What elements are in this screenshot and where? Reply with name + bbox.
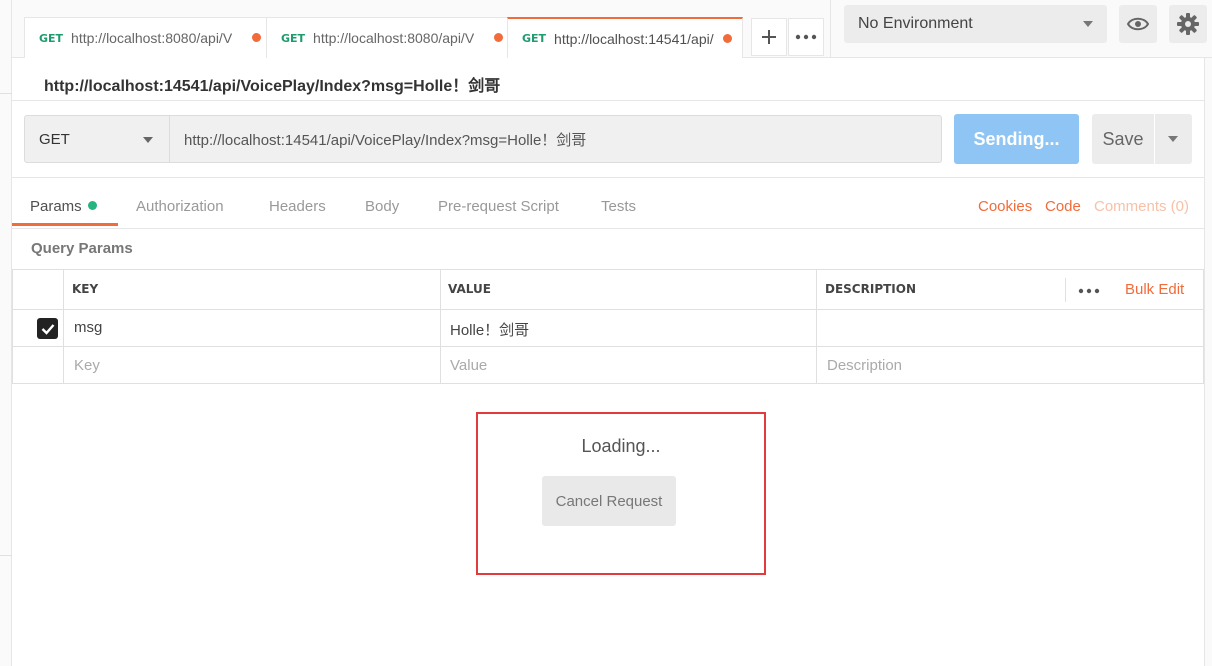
tab-url: http://localhost:8080/api/V	[313, 30, 475, 46]
active-dot-icon	[87, 201, 97, 210]
divider	[12, 228, 1204, 229]
checkmark-icon	[41, 323, 54, 335]
chevron-down-icon	[143, 137, 153, 143]
new-param-value-input[interactable]: Value	[450, 357, 487, 374]
tab-body[interactable]: Body	[365, 198, 399, 215]
tab-method: GET	[39, 31, 64, 45]
row-divider	[13, 346, 1203, 347]
divider	[830, 0, 831, 58]
column-divider	[816, 270, 817, 383]
tab-params[interactable]: Params	[30, 198, 97, 215]
tab-options-button[interactable]	[788, 18, 824, 56]
column-divider	[440, 270, 441, 383]
divider	[1065, 278, 1066, 302]
send-button[interactable]: Sending...	[954, 114, 1079, 164]
request-tab[interactable]: GET http://localhost:8080/api/V	[266, 17, 514, 58]
environment-quick-look-button[interactable]	[1119, 5, 1157, 43]
tab-params-label: Params	[30, 198, 82, 215]
save-button[interactable]: Save	[1092, 114, 1154, 164]
comments-link[interactable]: Comments (0)	[1094, 198, 1189, 215]
settings-button[interactable]	[1169, 5, 1207, 43]
more-dots-icon	[795, 34, 817, 40]
gear-icon	[1177, 13, 1199, 35]
bulk-edit-link[interactable]: Bulk Edit	[1125, 281, 1184, 298]
column-header-key: KEY	[72, 282, 99, 296]
scrollbar[interactable]	[1204, 58, 1212, 666]
param-key-cell[interactable]: msg	[74, 319, 102, 336]
divider	[12, 177, 1204, 178]
more-dots-icon	[1078, 288, 1100, 294]
tab-method: GET	[522, 32, 547, 45]
eye-icon	[1127, 17, 1149, 31]
url-input[interactable]	[169, 115, 942, 163]
environment-label: No Environment	[858, 15, 973, 32]
unsaved-dot-icon	[723, 34, 732, 43]
divider	[12, 100, 1204, 101]
column-divider	[63, 270, 64, 383]
tab-url: http://localhost:8080/api/V	[71, 30, 233, 46]
tab-authorization[interactable]: Authorization	[136, 198, 224, 215]
chevron-down-icon	[1083, 21, 1093, 27]
params-table: KEY VALUE DESCRIPTION Bulk Edit msg Holl…	[12, 269, 1204, 384]
left-sidebar-strip	[0, 0, 12, 666]
query-params-label: Query Params	[31, 240, 133, 257]
unsaved-dot-icon	[252, 33, 261, 42]
active-tab-underline	[12, 223, 118, 226]
table-options-button[interactable]	[1078, 278, 1100, 299]
tab-pre-request-script[interactable]: Pre-request Script	[438, 198, 559, 215]
loading-text: Loading...	[581, 436, 661, 456]
new-param-key-input[interactable]: Key	[74, 357, 100, 374]
request-tab-active[interactable]: GET http://localhost:14541/api/	[507, 17, 743, 58]
loading-panel: Loading... Cancel Request	[476, 412, 766, 575]
sidebar-divider	[0, 93, 12, 94]
new-param-description-input[interactable]: Description	[827, 357, 902, 374]
request-tab[interactable]: GET http://localhost:8080/api/V	[24, 17, 272, 58]
cookies-link[interactable]: Cookies	[978, 198, 1032, 215]
environment-select[interactable]: No Environment	[844, 5, 1107, 43]
new-tab-button[interactable]	[751, 18, 787, 56]
sidebar-divider	[0, 555, 12, 556]
request-title: http://localhost:14541/api/VoicePlay/Ind…	[44, 78, 501, 95]
tab-headers[interactable]: Headers	[269, 198, 326, 215]
param-enabled-checkbox[interactable]	[37, 318, 58, 339]
column-header-description: DESCRIPTION	[825, 282, 917, 296]
tab-tests[interactable]: Tests	[601, 198, 636, 215]
chevron-down-icon	[1168, 136, 1178, 142]
code-link[interactable]: Code	[1045, 198, 1081, 215]
column-header-value: VALUE	[448, 282, 491, 296]
method-select[interactable]: GET	[24, 115, 170, 163]
plus-icon	[762, 30, 776, 44]
unsaved-dot-icon	[494, 33, 503, 42]
save-options-button[interactable]	[1155, 114, 1192, 164]
cancel-request-button[interactable]: Cancel Request	[542, 476, 676, 526]
row-divider	[13, 309, 1203, 310]
method-label: GET	[39, 130, 70, 148]
tab-url: http://localhost:14541/api/	[554, 30, 714, 47]
param-value-cell[interactable]: Holle！剑哥	[450, 319, 529, 340]
tab-method: GET	[281, 31, 306, 45]
